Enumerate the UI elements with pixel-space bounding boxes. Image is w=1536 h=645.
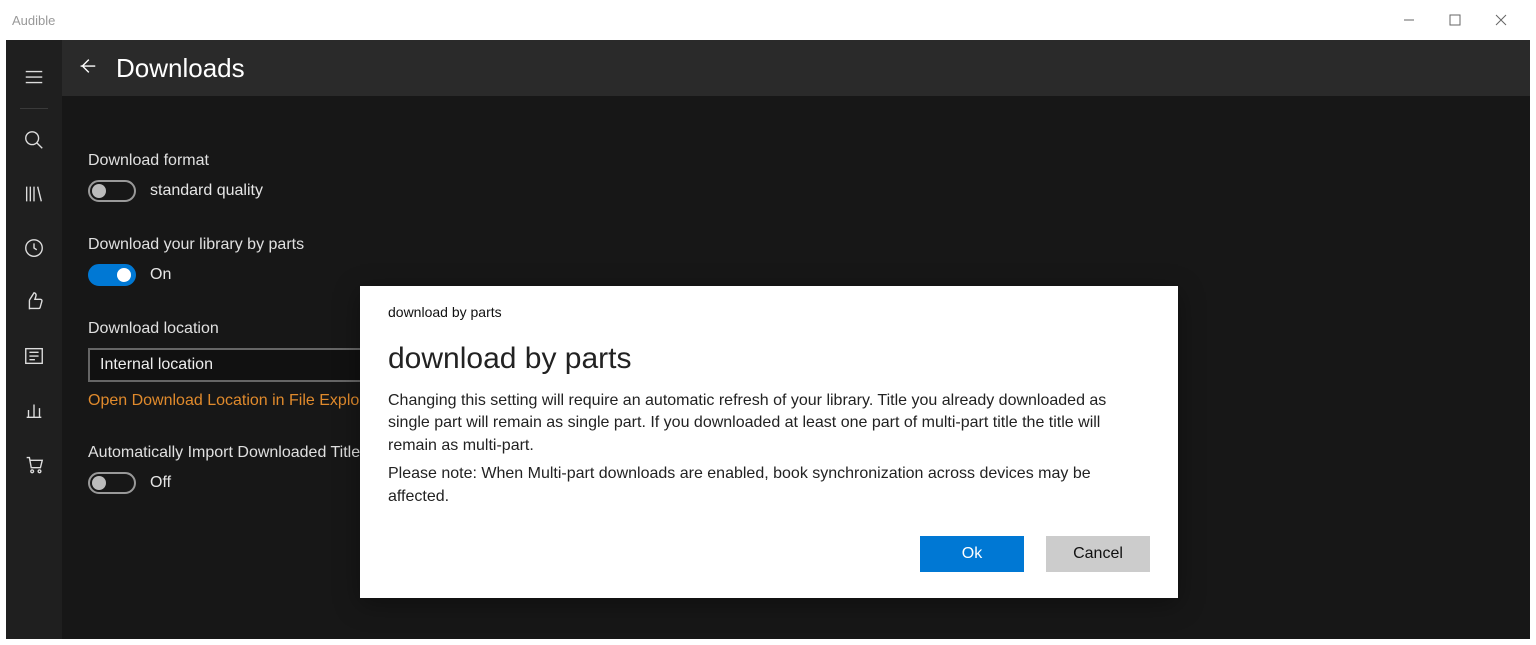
sidebar-separator [20, 108, 48, 109]
dialog-title: download by parts [388, 342, 1150, 376]
download-format-state: standard quality [150, 182, 263, 200]
open-download-location-link[interactable]: Open Download Location in File Explorer [88, 392, 379, 410]
cart-icon[interactable] [6, 437, 62, 491]
window-minimize-button[interactable] [1386, 4, 1432, 36]
page-title: Downloads [116, 53, 245, 84]
search-icon[interactable] [6, 113, 62, 167]
download-format-toggle[interactable] [88, 180, 136, 202]
clock-icon[interactable] [6, 221, 62, 275]
dialog-body-2: Please note: When Multi-part downloads a… [388, 463, 1150, 508]
dialog-body-1: Changing this setting will require an au… [388, 390, 1150, 457]
download-location-value: Internal location [100, 356, 213, 374]
window-title: Audible [12, 13, 55, 28]
auto-import-toggle[interactable] [88, 472, 136, 494]
window-close-button[interactable] [1478, 4, 1524, 36]
download-by-parts-label: Download your library by parts [88, 236, 1530, 254]
back-button[interactable] [76, 55, 98, 82]
download-by-parts-toggle[interactable] [88, 264, 136, 286]
stats-icon[interactable] [6, 383, 62, 437]
window-titlebar: Audible [0, 0, 1536, 40]
cancel-button[interactable]: Cancel [1046, 536, 1150, 572]
dialog-small-title: download by parts [388, 304, 1150, 320]
thumbs-up-icon[interactable] [6, 275, 62, 329]
download-format-label: Download format [88, 152, 1530, 170]
sidebar [6, 40, 62, 639]
download-by-parts-dialog: download by parts download by parts Chan… [360, 286, 1178, 598]
hamburger-menu-icon[interactable] [6, 50, 62, 104]
auto-import-state: Off [150, 474, 171, 492]
window-maximize-button[interactable] [1432, 4, 1478, 36]
page-header: Downloads [62, 40, 1530, 96]
library-icon[interactable] [6, 167, 62, 221]
ok-button[interactable]: Ok [920, 536, 1024, 572]
news-icon[interactable] [6, 329, 62, 383]
download-by-parts-state: On [150, 266, 171, 284]
dialog-actions: Ok Cancel [388, 536, 1150, 572]
